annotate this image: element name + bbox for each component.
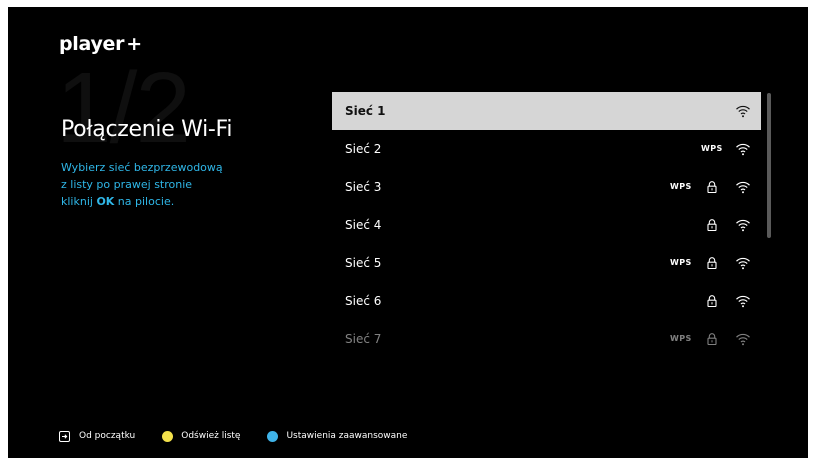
network-row[interactable]: Sieć 1: [332, 92, 761, 130]
wifi-icon: [735, 255, 751, 271]
wifi-icon: [735, 217, 751, 233]
lock-icon: [704, 255, 720, 271]
lock-icon: [704, 217, 720, 233]
advanced-settings-hint[interactable]: Ustawienia zaawansowane: [267, 430, 408, 442]
wifi-icon: [735, 293, 751, 309]
network-name: Sieć 5: [345, 256, 382, 270]
back-to-start-hint[interactable]: Od początku: [59, 430, 136, 442]
instructions-line-1: Wybierz sieć bezprzewodową: [61, 161, 223, 174]
page-title: Połączenie Wi-Fi: [61, 117, 233, 142]
wifi-icon: [735, 141, 751, 157]
network-name: Sieć 2: [345, 142, 382, 156]
back-to-start-label: Od początku: [79, 431, 136, 441]
instructions-text-end: na pilocie.: [114, 195, 175, 208]
instructions-text: kliknij: [61, 195, 97, 208]
lock-icon: [704, 331, 720, 347]
yellow-key-icon: [162, 430, 174, 442]
wps-badge: WPS: [670, 258, 692, 267]
instructions: Wybierz sieć bezprzewodową z listy po pr…: [61, 159, 281, 210]
advanced-settings-label: Ustawienia zaawansowane: [286, 431, 408, 441]
wifi-icon: [735, 103, 751, 119]
network-row[interactable]: Sieć 3 WPS: [332, 168, 761, 206]
wifi-icon: [735, 179, 751, 195]
instructions-line-3: kliknij OK na pilocie.: [61, 193, 281, 210]
network-row[interactable]: Sieć 2 WPS: [332, 130, 761, 168]
back-arrow-icon: [59, 430, 70, 442]
network-name: Sieć 4: [345, 218, 382, 232]
tv-screen: player + 1/2 Połączenie Wi-Fi Wybierz sie…: [8, 7, 808, 458]
network-name: Sieć 3: [345, 180, 382, 194]
network-row[interactable]: Sieć 6: [332, 282, 761, 320]
ok-key-label: OK: [96, 195, 115, 208]
wps-badge: WPS: [670, 334, 692, 343]
network-list: Sieć 1 Sieć 2 WPS Sieć 3 WPS Sieć 4 Sieć 5 WPS S…: [332, 92, 762, 372]
network-row[interactable]: Sieć 4: [332, 206, 761, 244]
network-row[interactable]: Sieć 7 WPS: [332, 320, 761, 358]
lock-icon: [704, 179, 720, 195]
network-name: Sieć 6: [345, 294, 382, 308]
footer-hints: Od początku Odśwież listę Ustawienia zaa…: [59, 429, 434, 443]
refresh-list-label: Odśwież listę: [181, 431, 241, 441]
blue-key-icon: [267, 430, 279, 442]
refresh-list-hint[interactable]: Odśwież listę: [162, 430, 241, 442]
wps-badge: WPS: [670, 182, 692, 191]
wps-badge: WPS: [701, 144, 723, 153]
network-row[interactable]: Sieć 5 WPS: [332, 244, 761, 282]
scrollbar-thumb[interactable]: [767, 93, 771, 238]
network-name: Sieć 7: [345, 332, 382, 346]
lock-icon: [704, 293, 720, 309]
instructions-line-2: z listy po prawej stronie: [61, 178, 193, 191]
wifi-icon: [735, 331, 751, 347]
step-indicator: 1/2: [56, 52, 191, 164]
network-name: Sieć 1: [345, 104, 386, 118]
